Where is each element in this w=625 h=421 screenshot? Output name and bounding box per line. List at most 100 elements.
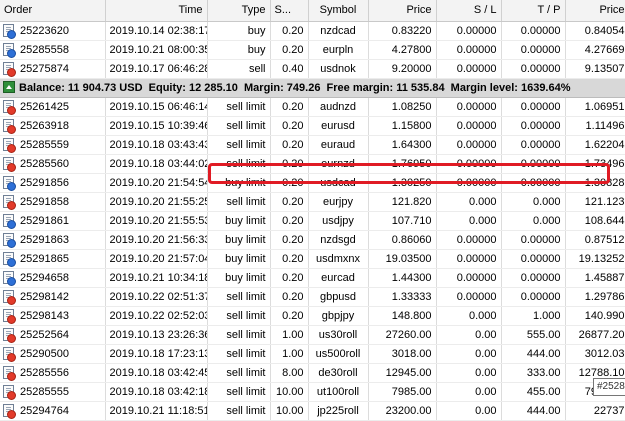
order-row[interactable]: 25223620 2019.10.14 02:38:17 buy 0.20 nzdcad… xyxy=(0,21,625,41)
order-time: 2019.10.20 21:55:25 xyxy=(105,192,208,212)
order-row[interactable]: 25285556 2019.10.18 03:42:45 sell limit 8.0… xyxy=(0,363,625,383)
order-row[interactable]: 25285555 2019.10.18 03:42:18 sell limit 10.… xyxy=(0,382,625,402)
order-tp: 555.00 xyxy=(501,325,566,345)
order-tp: 455.00 xyxy=(501,382,566,402)
order-type: buy limit xyxy=(207,249,271,269)
order-tp: 1.000 xyxy=(501,306,566,326)
order-current-price: 1.62204 xyxy=(565,135,625,155)
order-document-icon xyxy=(3,42,16,58)
order-current-price: 4.27669 xyxy=(565,40,625,60)
header-row: Order Time Type S... Symbol Price S / L … xyxy=(0,0,625,22)
order-symbol: eurnzd xyxy=(308,154,369,174)
order-number: 25285558 xyxy=(20,43,69,56)
buy-dot-icon xyxy=(7,276,16,286)
order-type: sell limit xyxy=(207,116,271,136)
order-size: 0.20 xyxy=(270,40,309,60)
order-row[interactable]: 25291858 2019.10.20 21:55:25 sell limit 0.2… xyxy=(0,192,625,212)
order-current-price: 140.990 xyxy=(565,306,625,326)
order-sl: 0.000 xyxy=(436,306,502,326)
order-sl: 0.00000 xyxy=(436,287,502,307)
order-current-price: 108.644 xyxy=(565,211,625,231)
order-row[interactable]: 25294764 2019.10.21 11:18:51 sell limit 10.… xyxy=(0,401,625,421)
order-size: 0.20 xyxy=(270,306,309,326)
order-symbol: gbpjpy xyxy=(308,306,369,326)
order-current-price: 9.13507 xyxy=(565,59,625,79)
order-sl: 0.00 xyxy=(436,325,502,345)
order-price: 0.86060 xyxy=(368,230,437,250)
order-row[interactable]: 25263918 2019.10.15 10:39:46 sell limit 0.2… xyxy=(0,116,625,136)
order-time: 2019.10.21 11:18:51 xyxy=(105,401,208,421)
order-time: 2019.10.20 21:54:54 xyxy=(105,173,208,193)
order-price: 9.20000 xyxy=(368,59,437,79)
order-price: 4.27800 xyxy=(368,40,437,60)
order-tp: 0.00000 xyxy=(501,135,566,155)
buy-dot-icon xyxy=(7,219,16,229)
order-row[interactable]: 25252564 2019.10.13 23:26:36 sell limit 1.0… xyxy=(0,325,625,345)
order-number: 25285560 xyxy=(20,157,69,170)
order-number: 25261425 xyxy=(20,100,69,113)
order-row[interactable]: 25285558 2019.10.21 08:00:35 buy 0.20 eurpln… xyxy=(0,40,625,60)
order-cell: 25285559 xyxy=(0,135,106,155)
order-document-icon xyxy=(3,156,16,172)
order-row[interactable]: 25291865 2019.10.20 21:57:04 buy limit 0.20… xyxy=(0,249,625,269)
order-tp: 0.00000 xyxy=(501,154,566,174)
order-row[interactable]: 25285559 2019.10.18 03:43:43 sell limit 0.2… xyxy=(0,135,625,155)
col-header-time[interactable]: Time xyxy=(105,0,208,22)
order-tp: 333.00 xyxy=(501,363,566,383)
order-time: 2019.10.13 23:26:36 xyxy=(105,325,208,345)
order-tp: 0.000 xyxy=(501,192,566,212)
order-row[interactable]: 25291863 2019.10.20 21:56:33 buy limit 0.20… xyxy=(0,230,625,250)
order-sl: 0.00000 xyxy=(436,268,502,288)
order-row[interactable]: 25294658 2019.10.21 10:34:18 buy limit 0.20… xyxy=(0,268,625,288)
order-type: sell limit xyxy=(207,287,271,307)
order-sl: 0.00000 xyxy=(436,21,502,41)
order-row[interactable]: 25291861 2019.10.20 21:55:53 buy limit 0.20… xyxy=(0,211,625,231)
order-sl: 0.00 xyxy=(436,401,502,421)
order-number: 25294658 xyxy=(20,271,69,284)
order-price: 148.800 xyxy=(368,306,437,326)
order-row[interactable]: 25298143 2019.10.22 02:52:03 sell limit 0.2… xyxy=(0,306,625,326)
col-header-size[interactable]: S... xyxy=(270,0,309,22)
order-price: 121.820 xyxy=(368,192,437,212)
order-row[interactable]: 25275874 2019.10.17 06:46:28 sell 0.40 usdno… xyxy=(0,59,625,79)
order-tp: 0.00000 xyxy=(501,116,566,136)
order-tp: 0.00000 xyxy=(501,173,566,193)
account-summary-cell: Balance: 11 904.73 USD Equity: 12 285.10… xyxy=(0,77,625,98)
order-number: 25263918 xyxy=(20,119,69,132)
order-document-icon xyxy=(3,270,16,286)
order-number: 25298142 xyxy=(20,290,69,303)
col-header-current-price[interactable]: Price xyxy=(565,0,625,22)
order-row[interactable]: 25298142 2019.10.22 02:51:37 sell limit 0.2… xyxy=(0,287,625,307)
order-size: 0.20 xyxy=(270,249,309,269)
order-time: 2019.10.14 02:38:17 xyxy=(105,21,208,41)
order-symbol: ut100roll xyxy=(308,382,369,402)
order-symbol: eurjpy xyxy=(308,192,369,212)
order-document-icon xyxy=(3,194,16,210)
order-current-price: 1.45887 xyxy=(565,268,625,288)
order-row[interactable]: 25261425 2019.10.15 06:46:14 sell limit 0.2… xyxy=(0,97,625,117)
order-tp: 0.00000 xyxy=(501,59,566,79)
order-number: 25275874 xyxy=(20,62,69,75)
order-row[interactable]: 25290500 2019.10.18 17:23:13 sell limit 1.0… xyxy=(0,344,625,364)
col-header-sl[interactable]: S / L xyxy=(436,0,502,22)
col-header-order[interactable]: Order xyxy=(0,0,106,22)
order-cell: 25285560 xyxy=(0,154,106,174)
col-header-type[interactable]: Type xyxy=(207,0,271,22)
col-header-price[interactable]: Price xyxy=(368,0,437,22)
order-row[interactable]: 25291856 2019.10.20 21:54:54 buy limit 0.20… xyxy=(0,173,625,193)
order-current-price: 26877.20 xyxy=(565,325,625,345)
order-size: 0.20 xyxy=(270,173,309,193)
order-type: sell limit xyxy=(207,97,271,117)
order-time: 2019.10.18 03:42:45 xyxy=(105,363,208,383)
order-document-icon xyxy=(3,384,16,400)
order-current-price: 1.30828 xyxy=(565,173,625,193)
order-cell: 25223620 xyxy=(0,21,106,41)
order-symbol: eurcad xyxy=(308,268,369,288)
col-header-tp[interactable]: T / P xyxy=(501,0,566,22)
order-row[interactable]: 25285560 2019.10.18 03:44:02 sell limit 0.2… xyxy=(0,154,625,174)
order-sl: 0.00 xyxy=(436,382,502,402)
order-sl: 0.00000 xyxy=(436,135,502,155)
sell-dot-icon xyxy=(7,124,16,134)
order-document-icon xyxy=(3,308,16,324)
col-header-symbol[interactable]: Symbol xyxy=(308,0,369,22)
